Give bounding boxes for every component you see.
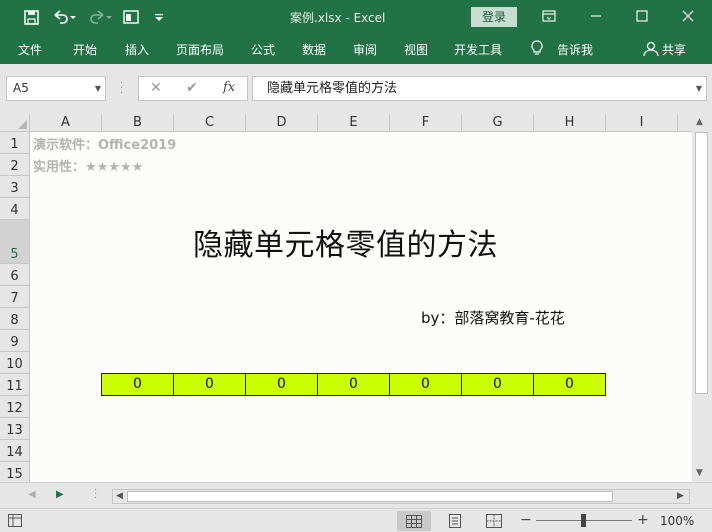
tab-home[interactable]: 开始 [73,41,97,58]
form-icon[interactable] [122,8,140,26]
maximize-icon[interactable] [627,4,657,28]
cell-f11[interactable]: 0 [389,373,462,396]
column-header-g[interactable]: G [462,114,534,132]
scroll-left-icon[interactable]: ◀ [116,490,123,503]
ribbon-tabs: 文件 开始 插入 页面布局 公式 数据 审阅 视图 开发工具 告诉我 共享 [0,34,712,64]
cell-title[interactable]: 隐藏单元格零值的方法 [193,220,498,264]
column-header-e[interactable]: E [318,114,390,132]
login-button[interactable]: 登录 [471,7,517,27]
page-break-view-icon[interactable] [477,511,511,531]
vertical-scrollbar[interactable]: ▲ ▼ [692,114,712,482]
scroll-up-icon[interactable]: ▲ [696,117,703,127]
worksheet-grid[interactable]: A B C D E F G H I 1 2 3 4 5 6 7 8 9 10 1… [0,114,692,482]
tab-tell-me[interactable]: 告诉我 [557,41,593,58]
row-header-3[interactable]: 3 [0,176,30,198]
tab-data[interactable]: 数据 [302,41,326,58]
column-header-a[interactable]: A [30,114,102,132]
normal-view-icon[interactable] [397,511,431,531]
column-header-b[interactable]: B [102,114,174,132]
row-header-4[interactable]: 4 [0,198,30,220]
row-header-13[interactable]: 13 [0,418,30,440]
status-bar: − + 100% [0,508,712,532]
select-all-corner[interactable] [0,114,30,132]
column-header-c[interactable]: C [174,114,246,132]
cell-h11[interactable]: 0 [533,373,606,396]
minimize-icon[interactable] [581,4,611,28]
lightbulb-icon[interactable] [531,40,543,59]
formula-input[interactable]: 隐藏单元格零值的方法 ▼ [252,76,707,101]
share-button[interactable]: 共享 [662,41,686,58]
redo-icon[interactable] [86,8,114,26]
tab-splitter-icon[interactable]: · · · [94,486,97,504]
window-title: 案例.xlsx - Excel [290,11,386,25]
column-header-d[interactable]: D [246,114,318,132]
scroll-down-icon[interactable]: ▼ [696,468,703,478]
formula-content: 隐藏单元格零值的方法 [267,81,398,96]
row-header-5[interactable]: 5 [0,220,30,264]
column-header-f[interactable]: F [390,114,462,132]
row-header-1[interactable]: 1 [0,132,30,154]
title-bar: 案例.xlsx - Excel 登录 [0,0,712,34]
tab-developer[interactable]: 开发工具 [454,41,502,58]
scroll-right-icon[interactable]: ▶ [677,490,684,503]
splitter-dots-icon[interactable]: · · · [120,79,123,99]
share-person-icon[interactable] [643,41,659,60]
cell-g11[interactable]: 0 [461,373,534,396]
tab-file[interactable]: 文件 [18,41,42,58]
zoom-level[interactable]: 100% [660,514,694,528]
row-header-6[interactable]: 6 [0,264,30,286]
tab-page-layout[interactable]: 页面布局 [176,41,224,58]
sheet-next-icon[interactable]: ▶ [56,489,64,500]
cell-a2-practicality[interactable]: 实用性：★★★★★ [33,156,143,175]
row-header-14[interactable]: 14 [0,440,30,462]
vertical-scroll-thumb[interactable] [695,132,708,394]
tab-insert[interactable]: 插入 [125,41,149,58]
column-header-partial [678,114,692,132]
cell-b11[interactable]: 0 [101,373,174,396]
zoom-out-button[interactable]: − [520,512,532,528]
cell-byline[interactable]: by：部落窝教育-花花 [421,307,565,328]
insert-function-icon[interactable]: fx [223,80,235,95]
chevron-down-icon[interactable]: ▼ [95,77,101,100]
row-header-12[interactable]: 12 [0,396,30,418]
ribbon-display-icon[interactable] [534,4,564,28]
close-icon[interactable] [673,4,703,28]
undo-icon[interactable] [50,8,78,26]
tab-formulas[interactable]: 公式 [251,41,275,58]
sheet-prev-icon[interactable]: ◀ [28,489,36,500]
page-layout-view-icon[interactable] [438,511,472,531]
tab-view[interactable]: 视图 [404,41,428,58]
cancel-icon[interactable]: ✕ [150,80,162,96]
cell-d11[interactable]: 0 [245,373,318,396]
zoom-slider-thumb[interactable] [581,514,586,527]
formula-bar: A5 ▼ · · · ✕ ✔ fx 隐藏单元格零值的方法 ▼ [0,64,712,112]
row-header-10[interactable]: 10 [0,352,30,374]
macro-record-icon[interactable] [8,514,22,530]
customize-qat-icon[interactable] [152,8,166,26]
expand-formula-icon[interactable]: ▼ [696,77,702,100]
row-header-11[interactable]: 11 [0,374,30,396]
sheet-tab-bar: ◀ ▶ · · · ◀ ▶ [0,482,712,508]
name-box[interactable]: A5 ▼ [6,76,106,101]
row-header-15[interactable]: 15 [0,462,30,482]
horizontal-scroll-thumb[interactable] [127,491,613,502]
name-box-value: A5 [13,81,29,95]
column-header-h[interactable]: H [534,114,606,132]
tab-review[interactable]: 审阅 [353,41,377,58]
horizontal-scrollbar[interactable]: ◀ ▶ [112,489,690,504]
cell-a1-demo-software[interactable]: 演示软件：Office2019 [33,134,176,153]
save-icon[interactable] [22,8,40,26]
enter-check-icon[interactable]: ✔ [186,80,198,96]
column-header-i[interactable]: I [606,114,678,132]
row-header-8[interactable]: 8 [0,308,30,330]
zoom-in-button[interactable]: + [637,512,649,528]
formula-tools: ✕ ✔ fx [138,76,248,101]
row-header-9[interactable]: 9 [0,330,30,352]
cell-c11[interactable]: 0 [173,373,246,396]
row-header-7[interactable]: 7 [0,286,30,308]
cell-e11[interactable]: 0 [317,373,390,396]
row-header-2[interactable]: 2 [0,154,30,176]
